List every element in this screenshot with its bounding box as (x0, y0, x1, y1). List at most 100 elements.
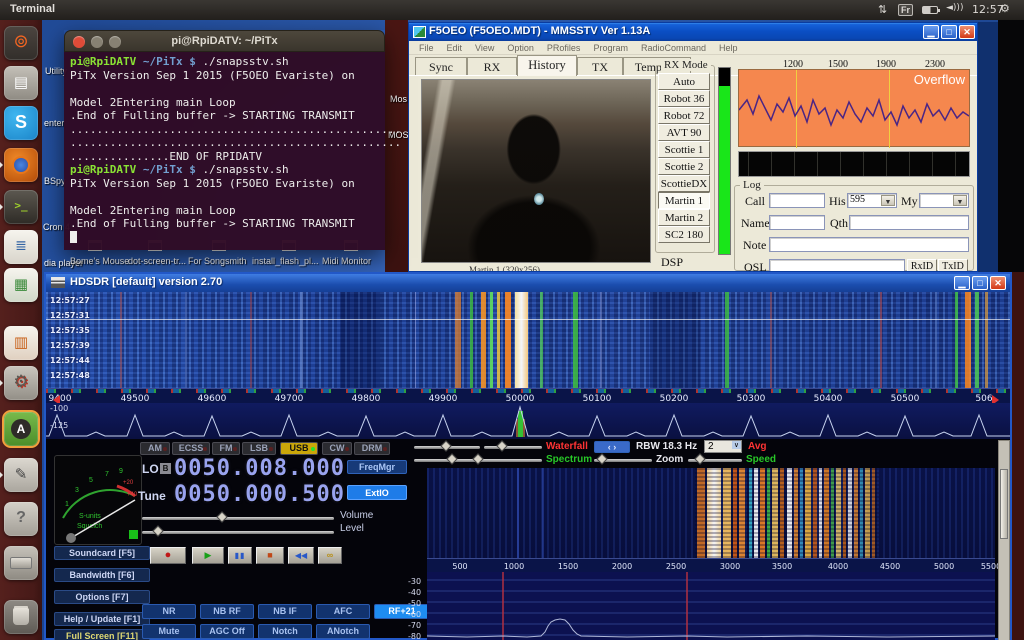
volume-slider[interactable] (142, 517, 334, 520)
lo-band-button[interactable]: B (160, 463, 171, 474)
rf-gain-button[interactable]: RF+21 (374, 604, 430, 619)
audio-frequency-ruler[interactable]: 500 1000 1500 2000 2500 3000 3500 4000 4… (427, 558, 995, 572)
spectrum-slider[interactable] (414, 459, 542, 462)
waterfall-upper-slider[interactable] (414, 446, 480, 449)
bandwidth-button[interactable]: Bandwidth [F6] (54, 568, 150, 582)
menu-profiles[interactable]: PRofiles (547, 43, 581, 54)
mode-fm[interactable]: FM (212, 442, 240, 455)
minimize-icon[interactable]: ▁ (923, 25, 939, 39)
launcher-files-icon[interactable]: ▤ (4, 66, 38, 100)
terminal-body[interactable]: pi@RpiDATV ~/PiTx $ ./snapsstv.sh PiTx V… (64, 52, 385, 250)
soundcard-button[interactable]: Soundcard [F5] (54, 546, 150, 560)
menu-option[interactable]: Option (507, 43, 534, 54)
desktop-icon-label[interactable]: dot-screen-tr... (128, 256, 186, 266)
launcher-text-editor-icon[interactable]: ✎ (4, 458, 38, 492)
mode-auto[interactable]: Auto (658, 73, 710, 90)
close-icon[interactable]: ✕ (959, 25, 975, 39)
waterfall-lower-slider[interactable] (484, 446, 542, 449)
menu-program[interactable]: Program (593, 43, 628, 54)
maximize-icon[interactable]: □ (941, 25, 957, 39)
mode-martin1[interactable]: Martin 1 (658, 192, 710, 209)
mode-cw[interactable]: CW (322, 442, 352, 455)
fullscreen-button[interactable]: Full Screen [F11] (54, 629, 150, 640)
rxid-button[interactable]: RxID (907, 259, 937, 272)
launcher-calc-icon[interactable]: ▦ (4, 268, 38, 302)
lo-frequency[interactable]: 0050.008.000 (174, 456, 345, 481)
record-button[interactable]: ● (150, 547, 186, 564)
menu-view[interactable]: View (475, 43, 494, 54)
desktop-label[interactable]: Mos (390, 94, 407, 104)
freqmgr-button[interactable]: FreqMgr (347, 460, 407, 474)
band-arrows-button[interactable]: ‹ › (594, 441, 630, 453)
launcher-disk-icon[interactable] (4, 546, 38, 580)
call-input[interactable] (769, 193, 825, 208)
level-slider[interactable] (142, 531, 334, 534)
scrollbar[interactable] (998, 440, 1010, 640)
my-combo[interactable]: ▼ (919, 193, 969, 208)
mode-usb[interactable]: USB (280, 442, 318, 455)
close-icon[interactable] (73, 36, 85, 48)
agc-button[interactable]: AGC Off (200, 624, 254, 639)
help-update-button[interactable]: Help / Update [F1] (54, 612, 150, 626)
anotch-button[interactable]: ANotch (316, 624, 370, 639)
avg-select[interactable]: 2∨ (704, 440, 742, 453)
speed-slider[interactable] (688, 459, 742, 462)
clock[interactable]: 12:57 (972, 3, 1004, 16)
nr-button[interactable]: NR (142, 604, 196, 619)
launcher-writer-icon[interactable]: ≣ (4, 230, 38, 264)
play-button[interactable]: ▶ (192, 547, 224, 564)
his-combo[interactable]: 595▼ (847, 193, 897, 208)
launcher-impress-icon[interactable]: ▥ (4, 326, 38, 360)
launcher-dash-home-icon[interactable]: ⊚ (4, 26, 38, 60)
launcher-system-settings-icon[interactable]: ⚙ (4, 366, 38, 400)
mode-scottie2[interactable]: Scottie 2 (658, 158, 710, 175)
menu-file[interactable]: File (419, 43, 434, 54)
desktop-icon-label[interactable]: install_flash_pl... (252, 256, 319, 266)
extio-button[interactable]: ExtIO (347, 485, 407, 500)
menu-edit[interactable]: Edit (447, 43, 463, 54)
nb-if-button[interactable]: NB IF (258, 604, 312, 619)
mute-button[interactable]: Mute (142, 624, 196, 639)
mode-ecss[interactable]: ECSS (172, 442, 210, 455)
pause-button[interactable]: ▮▮ (228, 547, 252, 564)
rewind-button[interactable]: ◀◀ (288, 547, 314, 564)
loop-button[interactable]: ∞ (318, 547, 342, 564)
mmsstv-titlebar[interactable]: F5OEO (F5OEO.MDT) - MMSSTV Ver 1.13A ▁ □… (409, 23, 977, 41)
launcher-help-icon[interactable]: ? (4, 502, 38, 536)
minimize-icon[interactable] (91, 36, 103, 48)
close-icon[interactable]: ✕ (990, 276, 1006, 290)
afc-button[interactable]: AFC (316, 604, 370, 619)
txid-button[interactable]: TxID (938, 259, 968, 272)
desktop-icon-label[interactable]: Bome's Mouse (70, 256, 129, 266)
tab-rx[interactable]: RX (467, 57, 517, 76)
launcher-updater-icon[interactable]: A (4, 412, 38, 446)
tune-frequency[interactable]: 0050.000.500 (174, 482, 345, 507)
mode-scottie1[interactable]: Scottie 1 (658, 141, 710, 158)
rf-waterfall[interactable]: 12:57:27 12:57:31 12:57:35 12:57:39 12:5… (46, 292, 1010, 388)
desktop-label[interactable]: BSpy (44, 176, 66, 186)
frequency-ruler[interactable]: 9400 49500 49600 49700 49800 49900 50000… (46, 388, 1010, 403)
rf-spectrum[interactable]: -100 -125 (46, 403, 1010, 439)
keyboard-layout-indicator[interactable]: Fr (898, 4, 913, 16)
tab-tx[interactable]: TX (577, 57, 623, 76)
name-input[interactable] (769, 215, 825, 230)
mode-avt90[interactable]: AVT 90 (658, 124, 710, 141)
launcher-firefox-icon[interactable] (4, 148, 38, 182)
tab-history[interactable]: History (517, 55, 577, 76)
desktop-label[interactable]: enter (44, 118, 65, 128)
sstv-history-image[interactable] (421, 79, 651, 263)
qth-input[interactable] (849, 215, 969, 230)
menu-help[interactable]: Help (719, 43, 738, 54)
mode-robot36[interactable]: Robot 36 (658, 90, 710, 107)
session-gear-icon[interactable]: ⚙ (1000, 2, 1010, 15)
notch-button[interactable]: Notch (258, 624, 312, 639)
maximize-icon[interactable]: □ (972, 276, 988, 290)
battery-icon[interactable] (922, 6, 938, 14)
desktop-icon-label[interactable]: Midi Monitor (322, 256, 371, 266)
mode-lsb[interactable]: LSB (242, 442, 276, 455)
launcher-trash-icon[interactable] (4, 600, 38, 634)
minimize-icon[interactable]: ▁ (954, 276, 970, 290)
mode-martin2[interactable]: Martin 2 (658, 209, 710, 226)
hdsdr-titlebar[interactable]: HDSDR [default] version 2.70 ▁ □ ✕ (46, 274, 1010, 292)
terminal-titlebar[interactable]: pi@RpiDATV: ~/PiTx (64, 30, 385, 52)
